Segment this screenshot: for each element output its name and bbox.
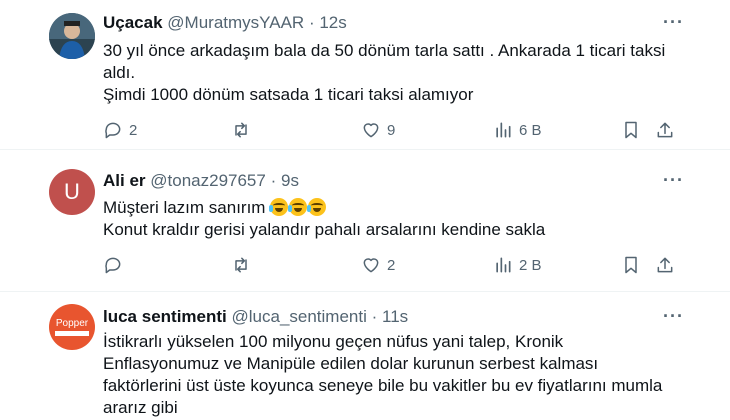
views-icon bbox=[496, 122, 511, 138]
handle[interactable]: @luca_sentimenti bbox=[232, 307, 367, 326]
more-icon[interactable]: ··· bbox=[663, 170, 684, 190]
tweet-text-line: 30 yıl önce arkadaşım bala da 50 dönüm t… bbox=[103, 41, 666, 60]
tweet-header: luca sentimenti @luca_sentimenti · 11s bbox=[103, 307, 408, 327]
share-icon bbox=[657, 122, 673, 138]
like-count: 2 bbox=[387, 256, 396, 274]
more-icon[interactable]: ··· bbox=[663, 12, 684, 32]
views-button[interactable]: 2 B bbox=[493, 255, 542, 275]
display-name[interactable]: luca sentimenti bbox=[103, 307, 227, 326]
views-count: 2 B bbox=[519, 256, 542, 274]
like-icon bbox=[363, 123, 379, 138]
separator: · bbox=[270, 171, 277, 190]
tweet[interactable]: U Ali er @tonaz297657 · 9s ··· Müşteri l… bbox=[0, 150, 730, 292]
avatar-logo-bar bbox=[55, 331, 89, 336]
bookmark-button[interactable] bbox=[621, 120, 641, 140]
reply-count: 2 bbox=[129, 121, 138, 139]
handle[interactable]: @MuratmysYAAR bbox=[167, 13, 304, 32]
reply-button[interactable] bbox=[103, 255, 129, 275]
reply-icon bbox=[105, 122, 121, 139]
tweet-text-line: Şimdi 1000 dönüm satsada 1 ticari taksi … bbox=[103, 85, 474, 104]
bookmark-icon bbox=[625, 121, 637, 139]
avatar-letter: U bbox=[64, 179, 80, 204]
tweet[interactable]: Popper luca sentimenti @luca_sentimenti … bbox=[0, 292, 730, 420]
avatar[interactable] bbox=[49, 13, 95, 59]
tweet-text-line: İstikrarlı yükselen 100 milyonu geçen nü… bbox=[103, 332, 564, 351]
tweet-text-line: faktörlerini üst üste koyunca seneye bil… bbox=[103, 376, 663, 395]
retweet-button[interactable] bbox=[231, 120, 257, 140]
avatar[interactable]: Popper bbox=[49, 304, 95, 350]
tweet-text-line: Enflasyonumuz ve Manipüle edilen dolar k… bbox=[103, 354, 599, 373]
like-icon bbox=[363, 258, 379, 273]
tweet-text-line: aldı. bbox=[103, 63, 136, 82]
reply-icon bbox=[105, 257, 121, 274]
tweet-text-segment: Müşteri lazım sanırım bbox=[103, 198, 266, 217]
timestamp[interactable]: 12s bbox=[319, 13, 346, 32]
timestamp[interactable]: 11s bbox=[382, 307, 408, 326]
tweet-actions: 2 9 6 B bbox=[103, 120, 683, 144]
reply-button[interactable]: 2 bbox=[103, 120, 137, 140]
bookmark-icon bbox=[625, 256, 637, 274]
face-with-tears-of-joy-icon bbox=[307, 198, 327, 216]
face-with-tears-of-joy-icon bbox=[288, 198, 308, 216]
views-icon bbox=[496, 257, 511, 273]
tweet-text: Müşteri lazım sanırım Konut kraldır geri… bbox=[103, 197, 693, 241]
avatar-logo-text: Popper bbox=[55, 318, 89, 329]
avatar[interactable]: U bbox=[49, 169, 95, 215]
like-button[interactable]: 9 bbox=[361, 120, 395, 140]
like-count: 9 bbox=[387, 121, 396, 139]
timestamp[interactable]: 9s bbox=[281, 171, 299, 190]
tweet-text-line: Konut kraldır gerisi yalandır pahalı ars… bbox=[103, 220, 546, 239]
share-button[interactable] bbox=[655, 120, 675, 140]
share-button[interactable] bbox=[655, 255, 675, 275]
retweet-icon bbox=[235, 122, 247, 138]
avatar-photo bbox=[49, 13, 95, 59]
retweet-button[interactable] bbox=[231, 255, 257, 275]
display-name[interactable]: Uçacak bbox=[103, 13, 163, 32]
views-count: 6 B bbox=[519, 121, 542, 139]
tweet-actions: 2 2 B bbox=[103, 255, 683, 279]
tweet-text: 30 yıl önce arkadaşım bala da 50 dönüm t… bbox=[103, 40, 693, 106]
separator: · bbox=[308, 13, 315, 32]
share-icon bbox=[657, 257, 673, 273]
face-with-tears-of-joy-icon bbox=[269, 198, 289, 216]
tweet-header: Ali er @tonaz297657 · 9s bbox=[103, 171, 299, 191]
tweet-text: İstikrarlı yükselen 100 milyonu geçen nü… bbox=[103, 331, 693, 419]
like-button[interactable]: 2 bbox=[361, 255, 395, 275]
handle[interactable]: @tonaz297657 bbox=[150, 171, 266, 190]
display-name[interactable]: Ali er bbox=[103, 171, 146, 190]
views-button[interactable]: 6 B bbox=[493, 120, 542, 140]
tweet-header: Uçacak @MuratmysYAAR · 12s bbox=[103, 13, 347, 33]
tweet[interactable]: Uçacak @MuratmysYAAR · 12s ··· 30 yıl ön… bbox=[0, 0, 730, 150]
bookmark-button[interactable] bbox=[621, 255, 641, 275]
tweet-text-line: ararız gibi bbox=[103, 398, 178, 417]
separator: · bbox=[371, 307, 378, 326]
more-icon[interactable]: ··· bbox=[663, 306, 684, 326]
tweet-text-line: Müşteri lazım sanırım bbox=[103, 197, 693, 219]
retweet-icon bbox=[235, 257, 247, 273]
